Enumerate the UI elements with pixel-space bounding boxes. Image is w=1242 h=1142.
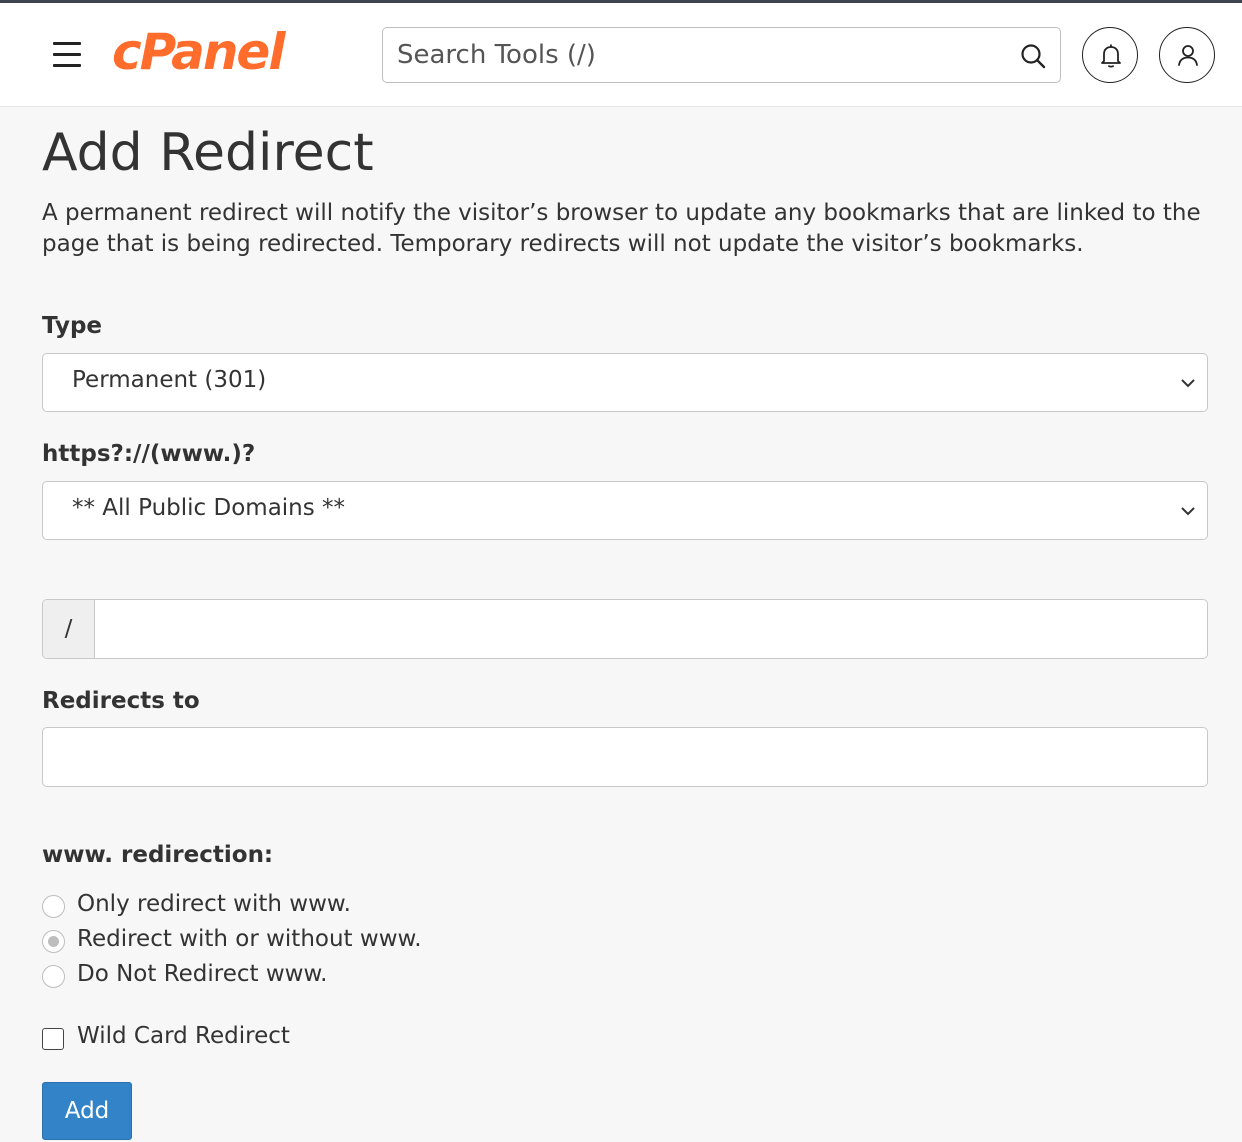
domain-select-value: ** All Public Domains ** (72, 495, 346, 521)
radio-label: Only redirect with www. (77, 891, 351, 917)
path-input-group: / (42, 599, 1208, 659)
redirects-to-label: Redirects to (42, 688, 200, 714)
domain-label: https?://(www.)? (42, 441, 256, 467)
notifications-button[interactable] (1082, 27, 1138, 83)
type-label: Type (42, 313, 103, 339)
chevron-down-icon (1181, 507, 1195, 516)
page-title: Add Redirect (42, 123, 374, 183)
top-header: cPanel (0, 3, 1242, 107)
type-select[interactable]: Permanent (301) (42, 353, 1208, 412)
radio-label: Do Not Redirect www. (77, 961, 328, 987)
type-select-value: Permanent (301) (72, 367, 267, 393)
menu-icon[interactable] (50, 40, 84, 70)
path-input[interactable] (96, 600, 1206, 658)
redirects-to-input[interactable] (42, 727, 1208, 787)
search-icon[interactable] (1020, 43, 1046, 69)
chevron-down-icon (1181, 379, 1195, 388)
path-prefix: / (43, 600, 95, 658)
radio-button[interactable] (42, 895, 65, 918)
wildcard-checkbox[interactable] (42, 1028, 64, 1050)
search-box[interactable] (382, 27, 1061, 83)
radio-button[interactable] (42, 930, 65, 953)
user-icon (1178, 45, 1198, 66)
radio-label: Redirect with or without www. (77, 926, 422, 952)
www-redirection-label: www. redirection: (42, 842, 274, 868)
cpanel-logo[interactable]: cPanel (112, 20, 285, 84)
user-menu-button[interactable] (1159, 27, 1215, 83)
radio-button[interactable] (42, 965, 65, 988)
wildcard-label: Wild Card Redirect (77, 1023, 290, 1049)
add-button[interactable]: Add (42, 1082, 132, 1140)
domain-select[interactable]: ** All Public Domains ** (42, 481, 1208, 540)
search-input[interactable] (397, 30, 997, 80)
page-description: A permanent redirect will notify the vis… (42, 200, 1201, 257)
bell-icon (1101, 44, 1121, 68)
